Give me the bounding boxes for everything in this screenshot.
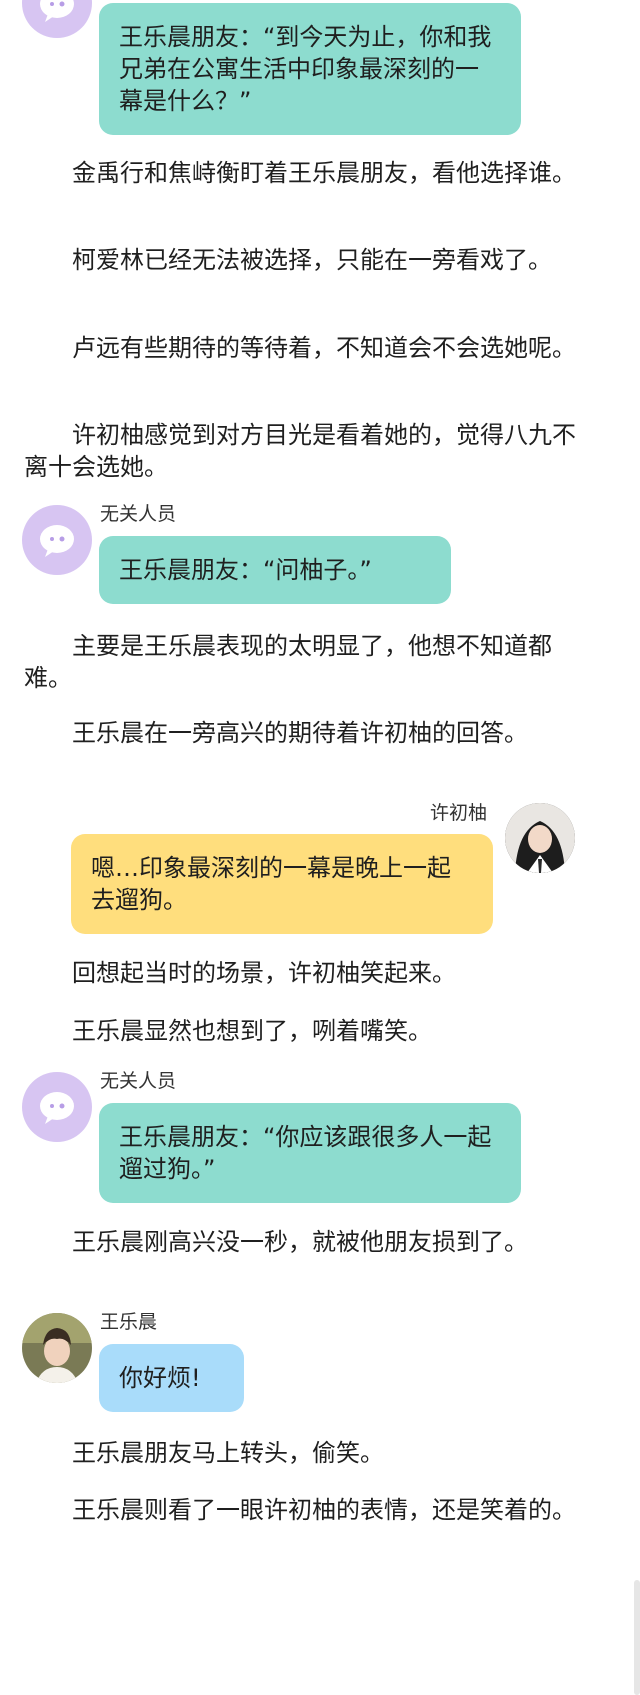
story-paragraph: 王乐晨则看了一眼许初柚的表情，还是笑着的。 [72, 1496, 576, 1524]
avatar-photo-icon [22, 1313, 92, 1383]
avatar-photo-icon [505, 803, 575, 873]
story-paragraph: 王乐晨朋友马上转头，偷笑。 [72, 1439, 384, 1467]
story-paragraph: 王乐晨刚高兴没一秒，就被他朋友损到了。 [72, 1228, 528, 1256]
story-paragraph: 主要是王乐晨表现的太明显了，他想不知道都难。 [24, 632, 552, 692]
chat-bubble: 嗯…印象最深刻的一幕是晚上一起去遛狗。 [71, 834, 493, 934]
chat-bubble: 你好烦! [99, 1344, 244, 1412]
chat-bubble: 王乐晨朋友：“你应该跟很多人一起遛过狗。” [99, 1103, 521, 1203]
speaker-name: 许初柚 [430, 802, 488, 824]
speaker-name: 王乐晨 [100, 1311, 158, 1333]
speaker-name: 无关人员 [100, 503, 177, 525]
story-paragraph: 卢远有些期待的等待着，不知道会不会选她呢。 [72, 334, 576, 362]
avatar-ghost-icon [22, 0, 92, 38]
story-paragraph: 回想起当时的场景，许初柚笑起来。 [72, 959, 456, 987]
story-paragraph: 王乐晨显然也想到了，咧着嘴笑。 [72, 1017, 432, 1045]
chat-bubble: 王乐晨朋友：“问柚子。” [99, 536, 451, 604]
story-paragraph: 王乐晨在一旁高兴的期待着许初柚的回答。 [72, 719, 528, 747]
speaker-name: 无关人员 [100, 1070, 177, 1092]
story-paragraph: 许初柚感觉到对方目光是看着她的，觉得八九不离十会选她。 [24, 421, 576, 481]
avatar-ghost-icon [22, 1072, 92, 1142]
story-paragraph: 柯爱林已经无法被选择，只能在一旁看戏了。 [72, 246, 552, 274]
scrollbar[interactable] [634, 1580, 640, 1695]
avatar-ghost-icon [22, 505, 92, 575]
chat-bubble: 王乐晨朋友：“到今天为止，你和我兄弟在公寓生活中印象最深刻的一幕是什么？” [99, 3, 521, 135]
story-paragraph: 金禹行和焦峙衡盯着王乐晨朋友，看他选择谁。 [72, 159, 576, 187]
